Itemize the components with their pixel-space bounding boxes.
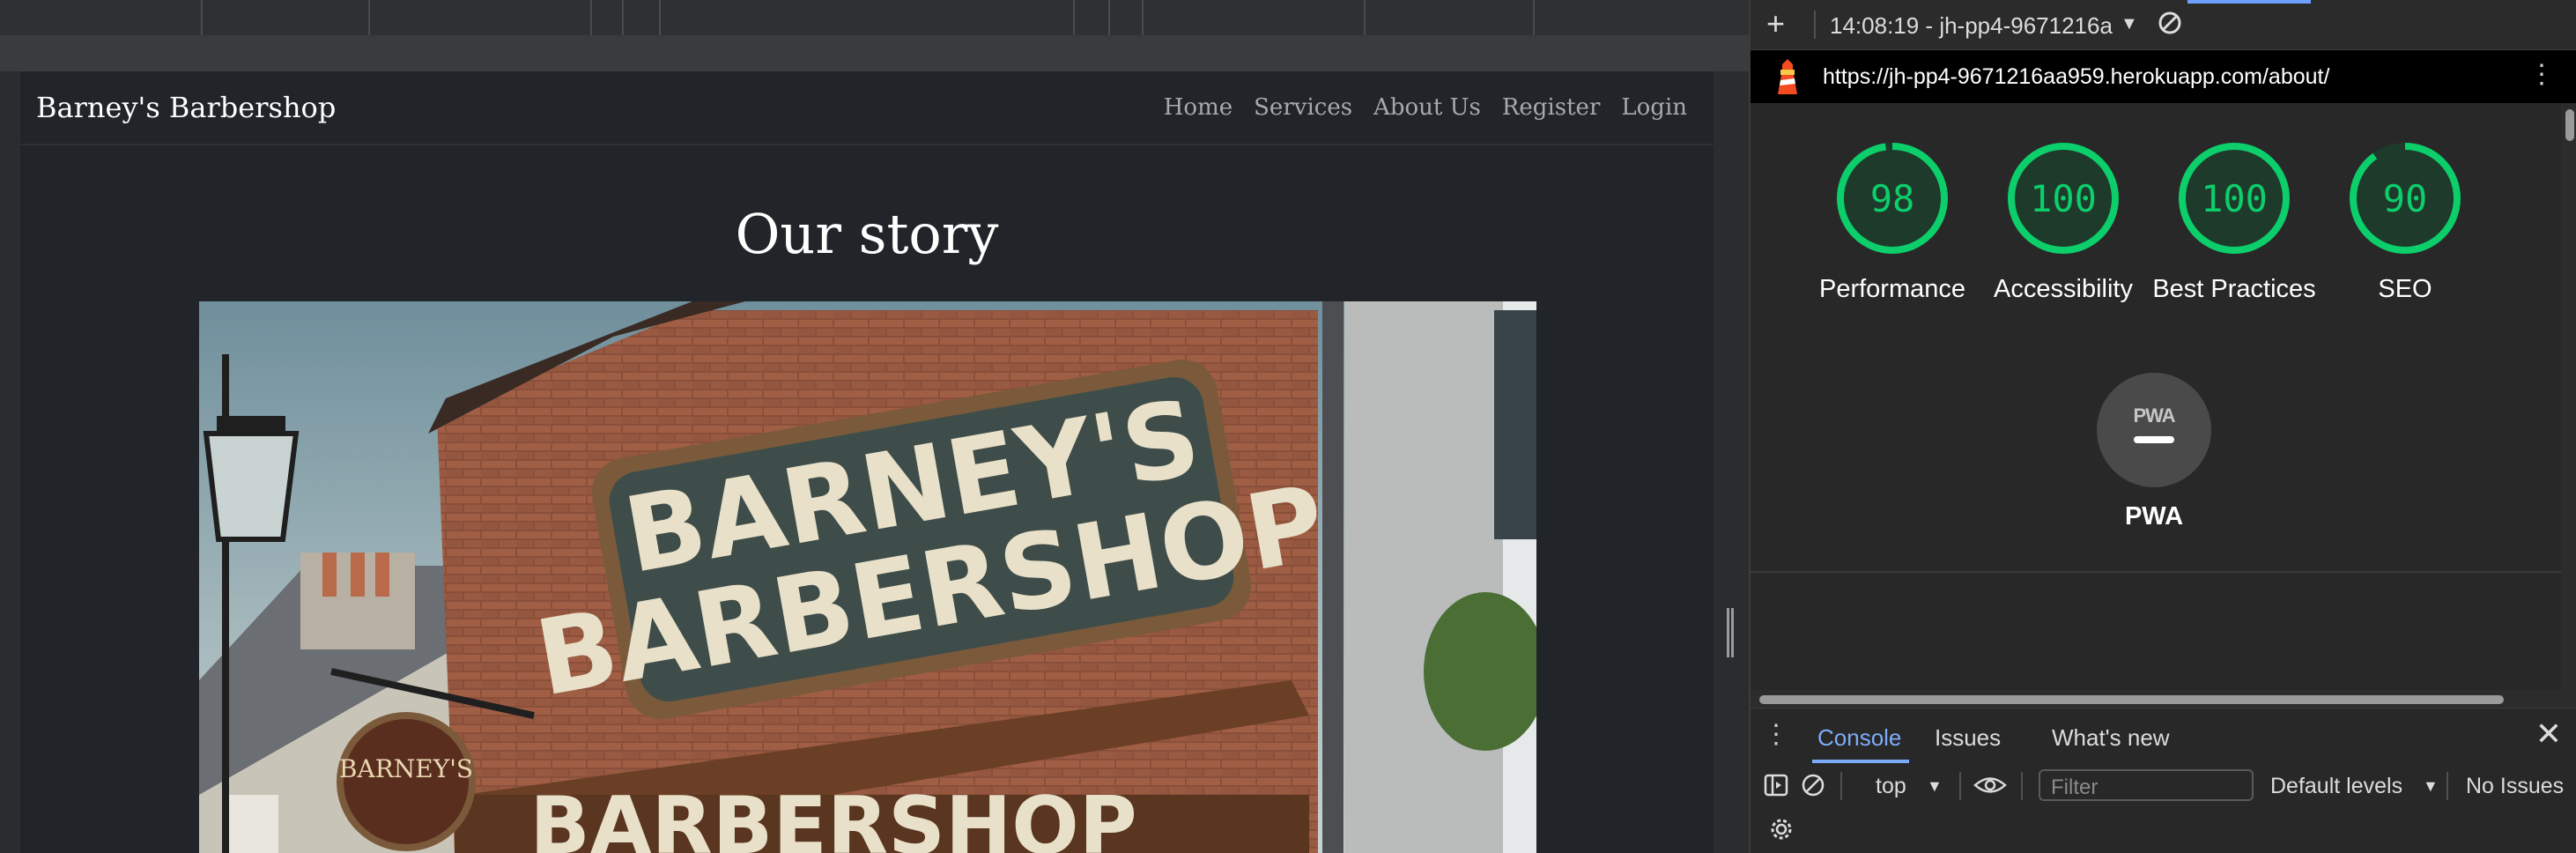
- close-drawer-icon[interactable]: ✕: [2535, 716, 2562, 753]
- drawer-tabbar: ⋮ Console Issues What's new ✕: [1751, 708, 2576, 766]
- best-practices-gauge[interactable]: 100: [2177, 141, 2291, 256]
- nav-register-link[interactable]: Register: [1502, 94, 1601, 121]
- accessibility-label: Accessibility: [1994, 275, 2133, 303]
- vertical-scrollbar[interactable]: [2561, 104, 2576, 690]
- lighthouse-report: 98 Performance 100 Accessibility 100 Bes…: [1751, 104, 2561, 571]
- report-url: https://jh-pp4-9671216aa959.herokuapp.co…: [1823, 64, 2330, 89]
- nav-services-link[interactable]: Services: [1254, 94, 1352, 121]
- nav-about-link[interactable]: About Us: [1373, 94, 1481, 121]
- panel-resize-handle[interactable]: [1727, 608, 1734, 657]
- report-url-bar: https://jh-pp4-9671216aa959.herokuapp.co…: [1751, 50, 2576, 103]
- report-selector[interactable]: 14:08:19 - jh-pp4-9671216a: [1830, 12, 2113, 40]
- drawer-menu-icon[interactable]: ⋮: [1763, 719, 1789, 750]
- eye-icon[interactable]: [1973, 772, 2008, 798]
- log-levels-dropdown[interactable]: Default levels: [2270, 774, 2402, 799]
- nav-login-link[interactable]: Login: [1621, 94, 1687, 121]
- accessibility-score: 100: [2030, 177, 2097, 220]
- tab-console[interactable]: Console: [1817, 724, 1901, 752]
- accessibility-gauge[interactable]: 100: [2006, 141, 2121, 256]
- pwa-badge-text: PWA: [2133, 404, 2175, 426]
- tab-whats-new[interactable]: What's new: [2052, 724, 2170, 752]
- pwa-badge[interactable]: PWA: [2097, 373, 2211, 487]
- hero-hanging-sign: BARNEY'S: [339, 754, 473, 783]
- more-options-icon[interactable]: ⋮: [2528, 59, 2555, 90]
- seo-score: 90: [2383, 177, 2428, 220]
- filter-input-wrapper: [2039, 769, 2254, 801]
- context-selector[interactable]: top: [1876, 774, 1906, 799]
- lighthouse-toolbar: + 14:08:19 - jh-pp4-9671216a ▼: [1751, 0, 2576, 50]
- device-ruler: [0, 0, 1749, 36]
- site-navbar: Barney's Barbershop Home Services About …: [20, 71, 1714, 145]
- clear-console-icon[interactable]: [1800, 772, 1826, 798]
- pwa-label: PWA: [2124, 502, 2184, 530]
- clear-icon[interactable]: [2158, 11, 2182, 35]
- console-area: [1751, 807, 2576, 853]
- best-practices-label: Best Practices: [2152, 275, 2316, 303]
- vertical-scroll-thumb[interactable]: [2565, 109, 2574, 141]
- seo-label: SEO: [2378, 275, 2432, 303]
- performance-label: Performance: [1818, 275, 1965, 303]
- site-page: Barney's Barbershop Home Services About …: [20, 71, 1714, 853]
- viewport-gap: [0, 36, 1749, 71]
- chevron-down-icon[interactable]: ▼: [1927, 777, 1943, 796]
- pwa-dash-icon: [2134, 436, 2174, 443]
- seo-gauge[interactable]: 90: [2348, 141, 2462, 256]
- console-toolbar: top ▼ Default levels ▼ No Issues: [1751, 765, 2576, 807]
- nav-home-link[interactable]: Home: [1164, 94, 1232, 121]
- best-practices-score: 100: [2201, 177, 2268, 220]
- page-title: Our story: [735, 202, 999, 266]
- tab-issues[interactable]: Issues: [1935, 724, 2001, 752]
- issues-count[interactable]: No Issues: [2466, 774, 2564, 799]
- nav-links: Home Services About Us Register Login: [1143, 94, 1687, 121]
- hero-image: BARNEY'S BARBERSHOP BARBERSHOP BARNEY'S: [199, 301, 1536, 853]
- viewport-edge: [1714, 71, 1749, 853]
- new-report-icon[interactable]: +: [1766, 5, 1785, 42]
- performance-score: 98: [1870, 177, 1915, 220]
- performance-gauge[interactable]: 98: [1835, 141, 1950, 256]
- chevron-down-icon[interactable]: ▼: [2423, 777, 2439, 796]
- sidebar-toggle-icon[interactable]: [1763, 772, 1789, 798]
- brand-link[interactable]: Barney's Barbershop: [36, 91, 336, 124]
- hero-lower-sign: BARBERSHOP: [529, 780, 1137, 853]
- report-divider: [1751, 571, 2561, 573]
- horizontal-scroll-thumb[interactable]: [1759, 695, 2504, 704]
- lighthouse-icon: [1778, 59, 1797, 94]
- gear-icon[interactable]: [1768, 816, 1795, 842]
- chevron-down-icon[interactable]: ▼: [2121, 14, 2138, 34]
- console-filter-input[interactable]: [2049, 775, 2247, 801]
- devtools-panel: + 14:08:19 - jh-pp4-9671216a ▼ https://j…: [1749, 0, 2576, 853]
